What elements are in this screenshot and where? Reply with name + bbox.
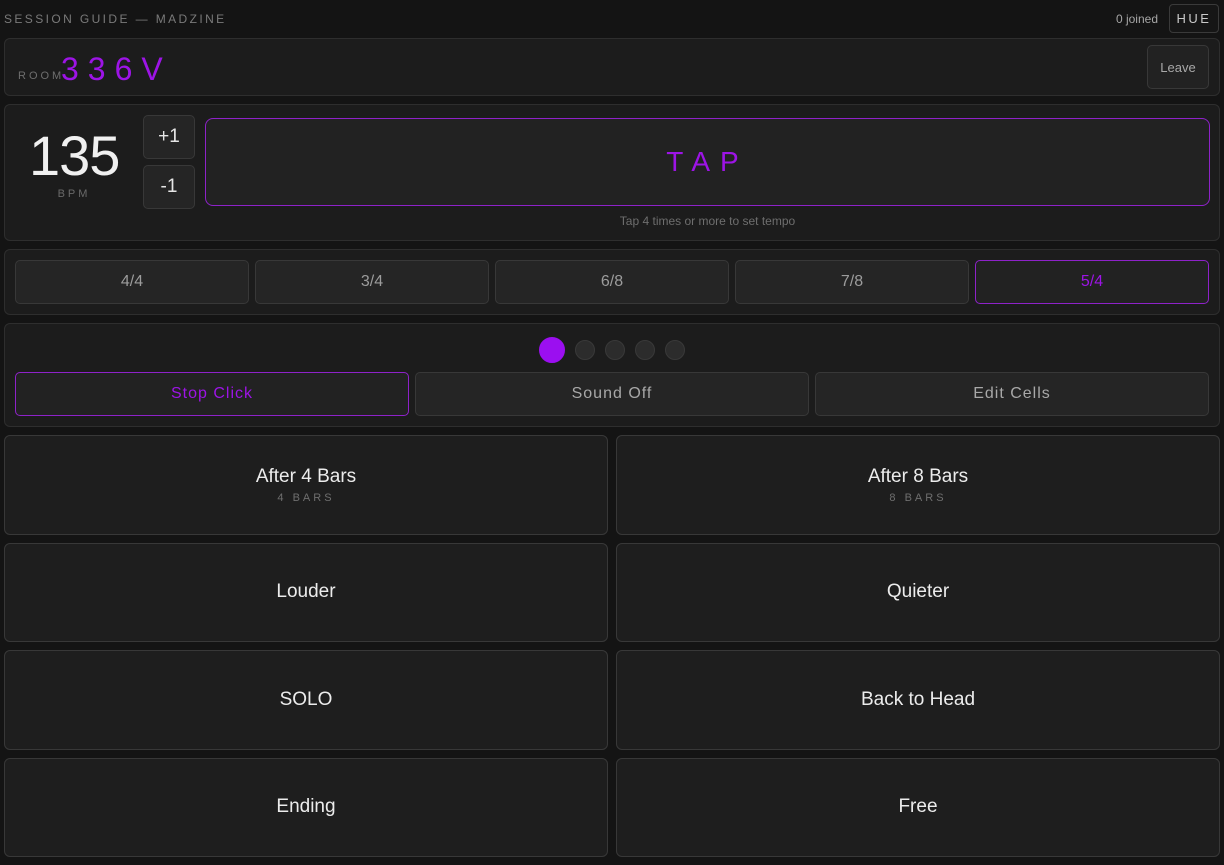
beat-dot [665, 340, 685, 360]
cue-subtitle: 8 BARS [889, 491, 947, 504]
tap-hint: Tap 4 times or more to set tempo [619, 214, 796, 228]
sound-off-button[interactable]: Sound Off [415, 372, 809, 416]
cue-quieter[interactable]: Quieter [616, 542, 1220, 642]
joined-count: 0 joined [1115, 12, 1158, 26]
room-code: 336V [61, 51, 172, 87]
control-row: Stop Click Sound Off Edit Cells [15, 372, 1209, 416]
cue-after-8-bars[interactable]: After 8 Bars 8 BARS [616, 435, 1220, 535]
leave-button[interactable]: Leave [1147, 45, 1209, 89]
stop-click-button[interactable]: Stop Click [15, 372, 409, 416]
beat-dot [539, 337, 565, 363]
cue-title: Louder [276, 581, 336, 603]
hue-button[interactable]: HUE [1169, 4, 1219, 33]
cue-subtitle: 4 BARS [277, 491, 335, 504]
cue-title: Quieter [886, 581, 950, 603]
beat-dot [605, 340, 625, 360]
room-panel: ROOM 336V Leave [4, 38, 1220, 96]
cue-title: After 8 Bars [867, 465, 969, 487]
tempo-panel: 135 BPM +1 -1 TAP Tap 4 times or more to… [4, 104, 1220, 241]
cue-title: After 4 Bars [255, 465, 357, 487]
room-label: ROOM [18, 70, 65, 82]
beat-panel: Stop Click Sound Off Edit Cells [4, 323, 1220, 427]
beat-indicator [5, 337, 1219, 363]
time-signature-6-8-button[interactable]: 6/8 [495, 260, 729, 304]
cue-back-to-head[interactable]: Back to Head [616, 650, 1220, 750]
cue-title: Free [898, 796, 938, 818]
bpm-increment-button[interactable]: +1 [143, 115, 195, 159]
time-signature-7-8-button[interactable]: 7/8 [735, 260, 969, 304]
time-signature-4-4-button[interactable]: 4/4 [15, 260, 249, 304]
tap-tempo-button[interactable]: TAP [205, 118, 1210, 206]
cue-title: SOLO [279, 688, 333, 710]
time-signature-3-4-button[interactable]: 3/4 [255, 260, 489, 304]
cue-title: Ending [276, 796, 336, 818]
time-signature-panel: 4/4 3/4 6/8 7/8 5/4 [4, 249, 1220, 315]
cue-louder[interactable]: Louder [4, 542, 608, 642]
cue-solo[interactable]: SOLO [4, 650, 608, 750]
time-signature-5-4-button[interactable]: 5/4 [975, 260, 1209, 304]
app-title: SESSION GUIDE — MADZINE [4, 12, 227, 26]
cue-after-4-bars[interactable]: After 4 Bars 4 BARS [4, 435, 608, 535]
bpm-decrement-button[interactable]: -1 [143, 165, 195, 209]
cue-free[interactable]: Free [616, 757, 1220, 857]
top-bar: SESSION GUIDE — MADZINE 0 joined HUE [0, 0, 1224, 38]
bpm-label: BPM [57, 188, 91, 200]
edit-cells-button[interactable]: Edit Cells [815, 372, 1209, 416]
bpm-value: 135 [29, 124, 120, 187]
beat-dot [575, 340, 595, 360]
cue-title: Back to Head [860, 688, 976, 710]
cue-ending[interactable]: Ending [4, 757, 608, 857]
time-signature-row: 4/4 3/4 6/8 7/8 5/4 [15, 260, 1209, 304]
beat-dot [635, 340, 655, 360]
cue-grid: After 4 Bars 4 BARS After 8 Bars 8 BARS … [4, 435, 1220, 857]
